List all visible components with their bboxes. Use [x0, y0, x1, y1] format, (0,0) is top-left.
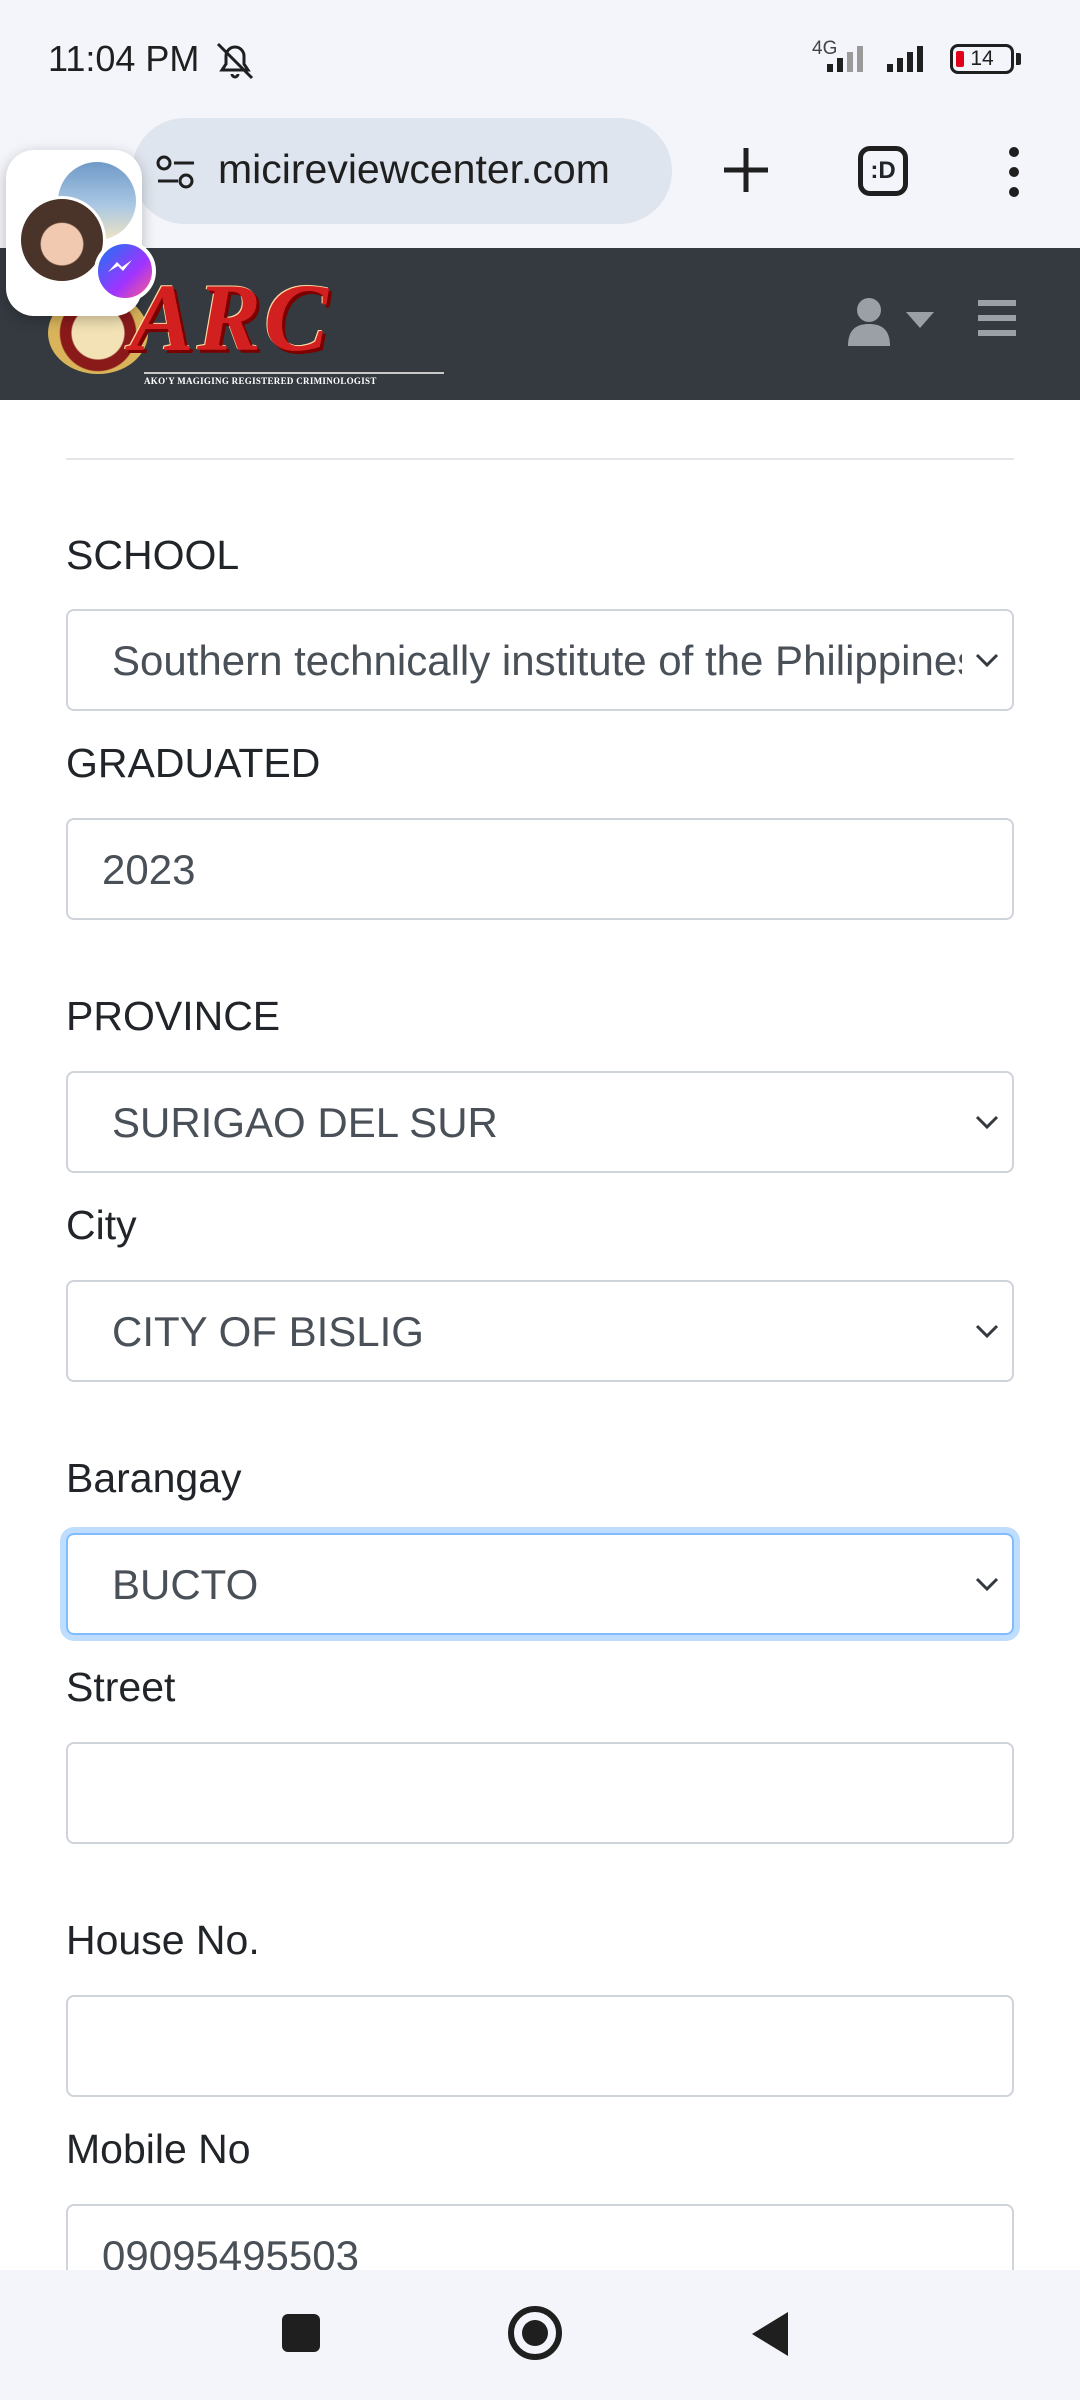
- tab-switcher-label: :D: [870, 157, 896, 184]
- house-no-input[interactable]: [66, 1995, 1014, 2097]
- battery-level: 14: [970, 47, 994, 70]
- province-value: SURIGAO DEL SUR: [112, 1099, 498, 1146]
- address-bar[interactable]: micireviewcenter.com: [132, 118, 672, 224]
- hamburger-menu-icon[interactable]: [978, 300, 1016, 336]
- street-label: Street: [66, 1664, 176, 1710]
- user-icon[interactable]: [846, 296, 892, 346]
- system-nav-bar: [0, 2270, 1080, 2400]
- city-value: CITY OF BISLIG: [112, 1308, 424, 1355]
- messenger-chat-head[interactable]: [6, 150, 156, 316]
- barangay-value: BUCTO: [112, 1561, 259, 1608]
- avatar: [18, 196, 106, 284]
- back-button[interactable]: [750, 2310, 790, 2358]
- battery-icon: 14: [950, 44, 1014, 74]
- province-select[interactable]: SURIGAO DEL SUR: [66, 1071, 1014, 1173]
- new-tab-icon[interactable]: [718, 142, 774, 198]
- divider: [66, 458, 1014, 460]
- house-no-label: House No.: [66, 1917, 260, 1963]
- recents-button[interactable]: [282, 2314, 320, 2352]
- mobile-no-label: Mobile No: [66, 2126, 251, 2172]
- status-time: 11:04 PM: [48, 38, 200, 79]
- browser-toolbar: micireviewcenter.com :D: [0, 118, 1080, 248]
- chevron-down-icon: [975, 653, 999, 668]
- graduated-value: 2023: [102, 846, 196, 893]
- school-value: Southern technically institute of the Ph…: [112, 637, 962, 684]
- logo-tagline: AKO'Y MAGIGING REGISTERED CRIMINOLOGIST: [144, 372, 444, 386]
- messenger-icon: [94, 240, 156, 302]
- signal-icon: [887, 46, 923, 72]
- more-options-icon[interactable]: [1004, 144, 1024, 200]
- chevron-down-icon: [975, 1115, 999, 1130]
- caret-down-icon[interactable]: [906, 312, 934, 328]
- signal-icon: [827, 46, 863, 72]
- street-input[interactable]: [66, 1742, 1014, 1844]
- bell-off-icon: [216, 42, 254, 80]
- city-label: City: [66, 1202, 137, 1248]
- chevron-down-icon: [975, 1577, 999, 1592]
- status-bar: 11:04 PM 4G 14: [0, 0, 1080, 118]
- url-text: micireviewcenter.com: [218, 146, 610, 192]
- city-select[interactable]: CITY OF BISLIG: [66, 1280, 1014, 1382]
- chevron-down-icon: [975, 1324, 999, 1339]
- logo-text: ARC: [130, 264, 332, 371]
- site-settings-icon[interactable]: [154, 152, 198, 192]
- barangay-select[interactable]: BUCTO: [66, 1533, 1014, 1635]
- school-select[interactable]: Southern technically institute of the Ph…: [66, 609, 1014, 711]
- school-label: SCHOOL: [66, 532, 240, 578]
- graduated-input[interactable]: 2023: [66, 818, 1014, 920]
- graduated-label: GRADUATED: [66, 740, 321, 786]
- barangay-label: Barangay: [66, 1455, 242, 1501]
- site-header: ARC AKO'Y MAGIGING REGISTERED CRIMINOLOG…: [0, 248, 1080, 400]
- home-button[interactable]: [506, 2304, 564, 2362]
- tab-switcher-button[interactable]: :D: [858, 146, 908, 196]
- province-label: PROVINCE: [66, 993, 281, 1039]
